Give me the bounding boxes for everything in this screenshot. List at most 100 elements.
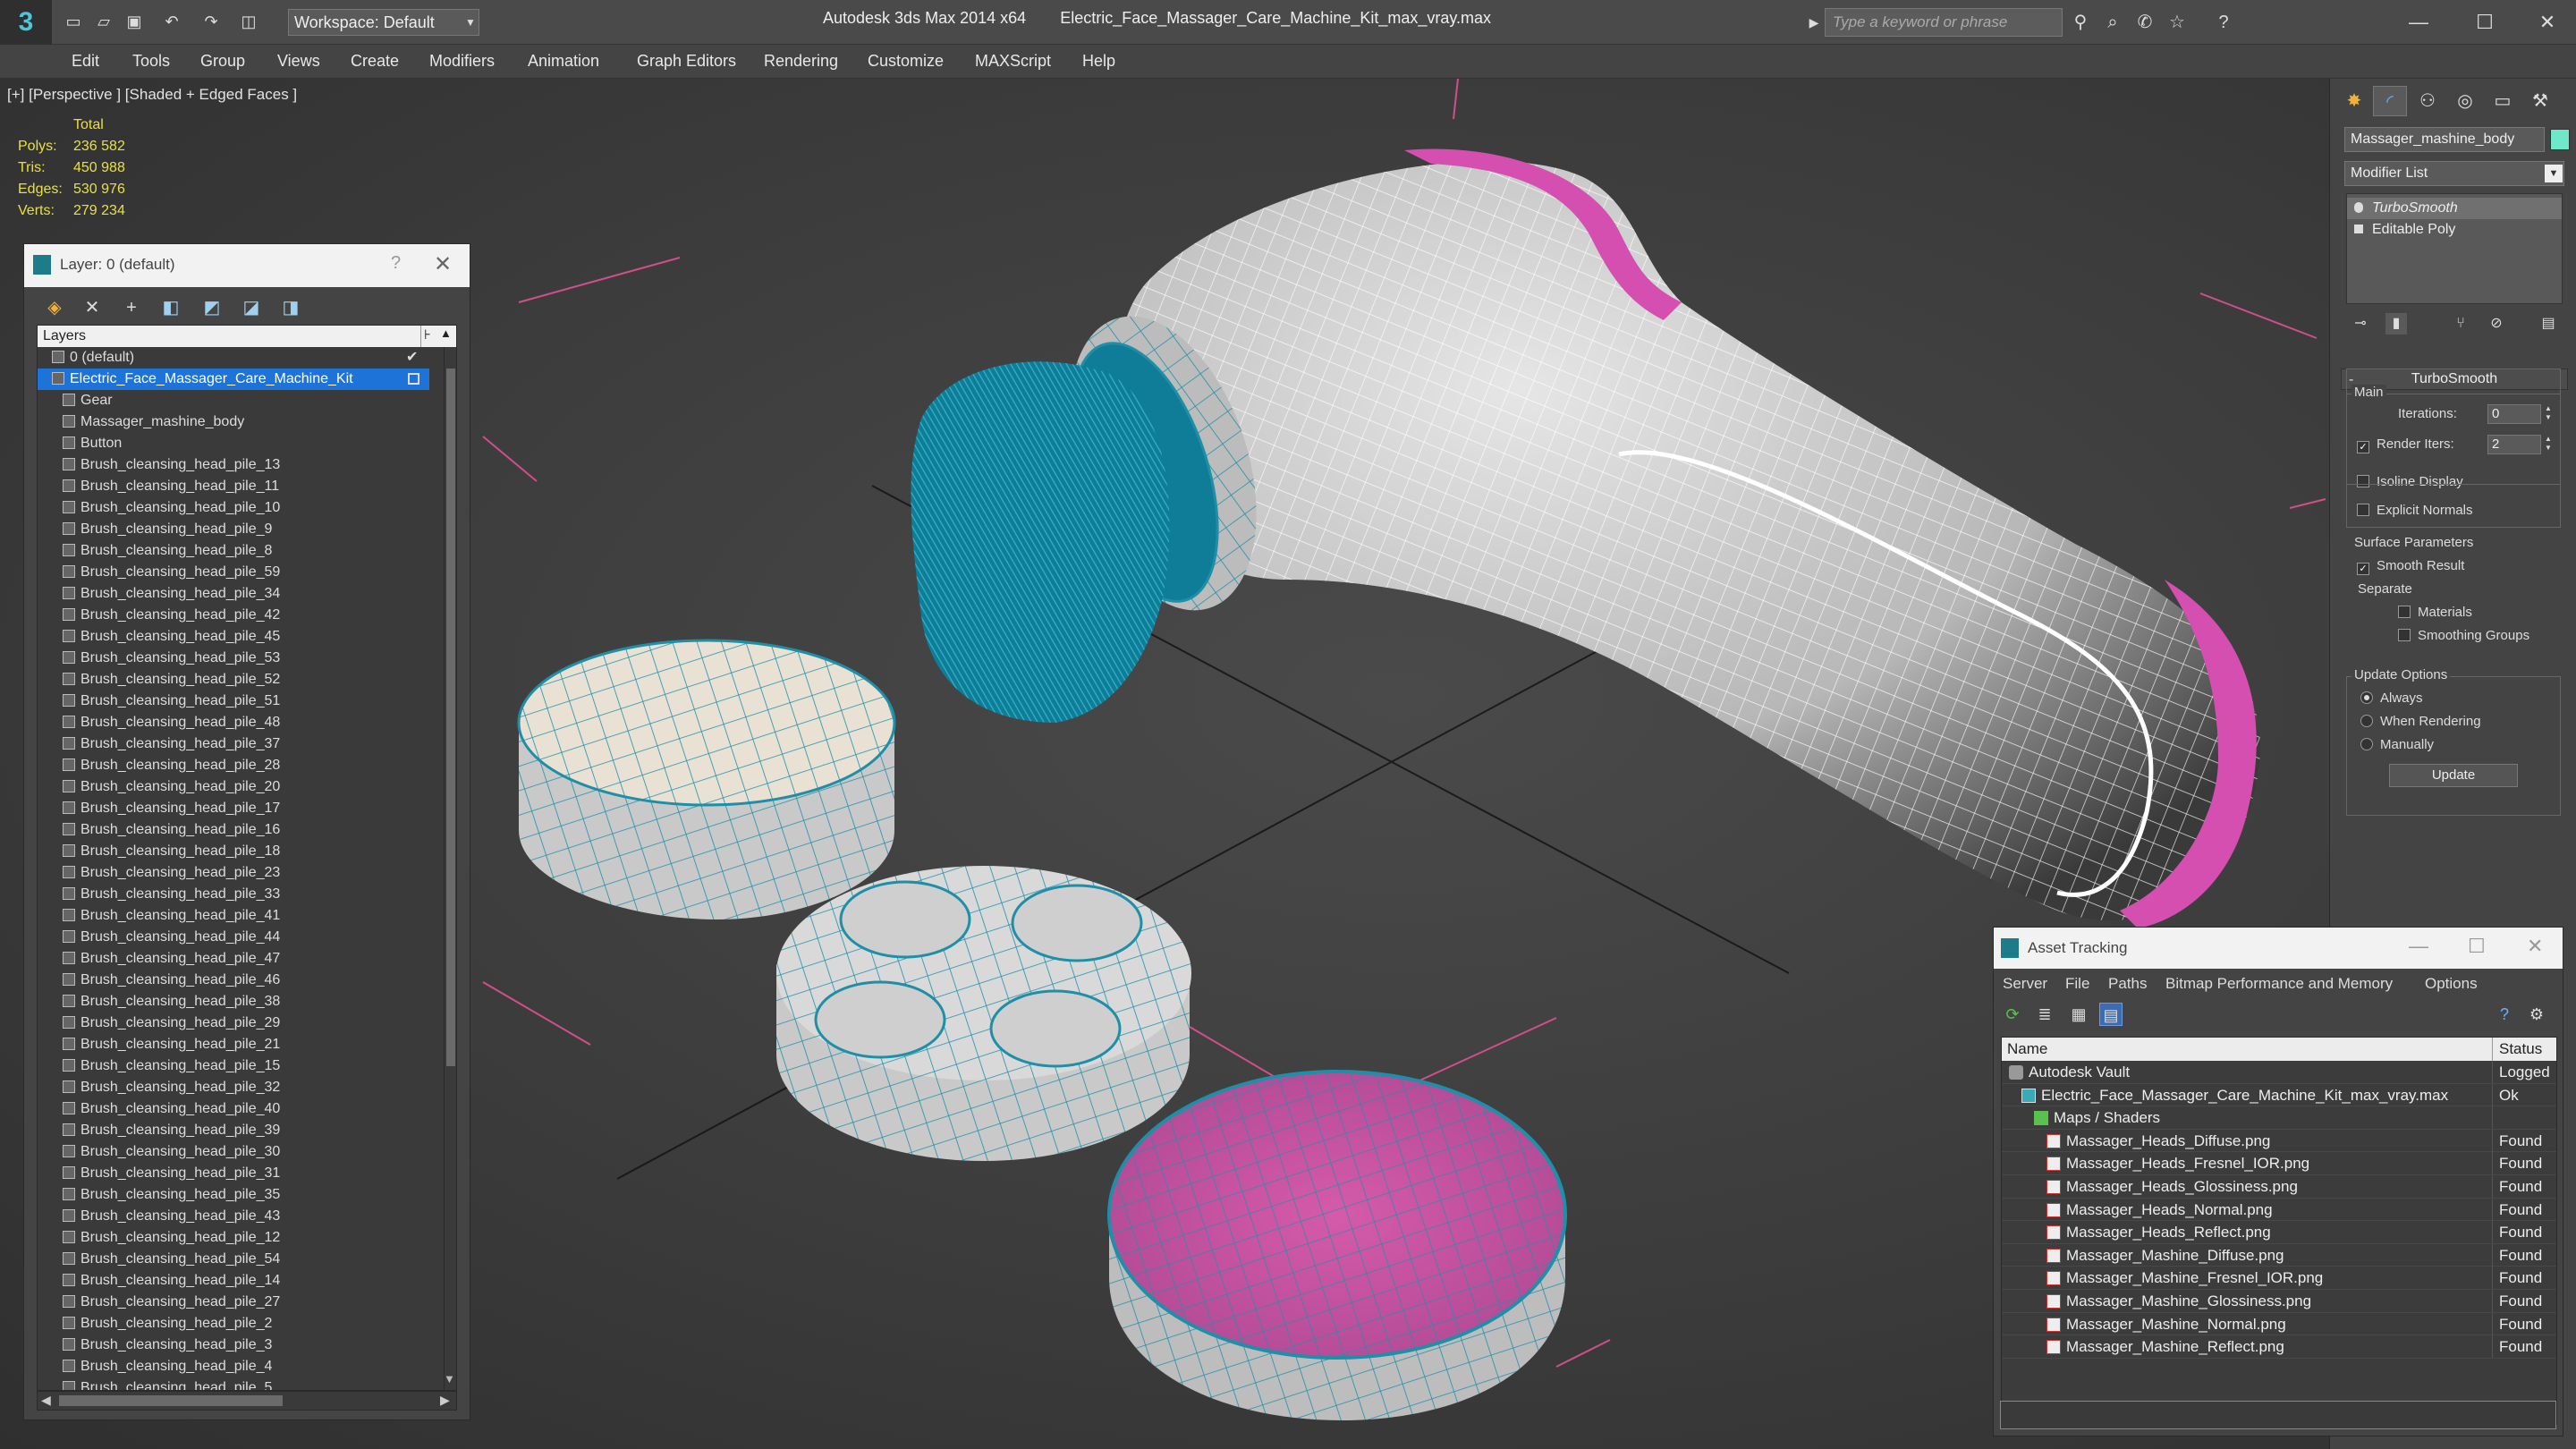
scrollbar-thumb[interactable] [446, 369, 455, 1066]
expand-icon[interactable] [2354, 225, 2363, 233]
object-name-field[interactable]: Massager_mashine_body [2344, 127, 2545, 152]
menu-maxscript[interactable]: MAXScript [975, 52, 1051, 71]
cleansing-head-sponge[interactable] [1107, 1070, 1567, 1420]
show-end-result-icon[interactable]: ▮ [2385, 313, 2407, 335]
object-row[interactable]: Brush_cleansing_head_pile_14 [38, 1270, 429, 1292]
viewport-label[interactable]: [+] [Perspective ] [Shaded + Edged Faces… [7, 86, 297, 104]
context-help-icon[interactable]: ⚙ [2525, 1003, 2548, 1026]
make-unique-icon[interactable]: ⑂ [2450, 313, 2471, 335]
object-row[interactable]: Brush_cleansing_head_pile_39 [38, 1120, 429, 1141]
stack-item-turbosmooth[interactable]: TurboSmooth [2347, 198, 2562, 219]
save-file-icon[interactable]: ▣ [123, 11, 145, 32]
asset-menu-file[interactable]: File [2065, 975, 2089, 993]
subscription-icon[interactable]: ⌕ [2100, 11, 2125, 34]
undo-icon[interactable]: ↶ [161, 11, 182, 32]
object-row[interactable]: Brush_cleansing_head_pile_2 [38, 1313, 429, 1335]
asset-row[interactable]: Massager_Mashine_Reflect.png Found [2002, 1335, 2556, 1359]
object-row[interactable]: Brush_cleansing_head_pile_16 [38, 819, 429, 841]
utilities-tab-icon[interactable]: ⚒ [2523, 86, 2557, 116]
freeze-layers-icon[interactable]: ◨ [278, 296, 303, 319]
asset-row[interactable]: Massager_Heads_Normal.png Found [2002, 1198, 2556, 1222]
object-row[interactable]: Brush_cleansing_head_pile_30 [38, 1141, 429, 1163]
modify-tab-icon[interactable]: ◜ [2373, 86, 2407, 116]
smooth-result-checkbox[interactable]: ✓ [2357, 563, 2369, 575]
help-icon[interactable]: ? [2493, 1003, 2516, 1026]
object-row[interactable]: Brush_cleansing_head_pile_28 [38, 755, 429, 776]
add-to-layer-icon[interactable]: + [119, 296, 144, 319]
column-name[interactable]: Name [2007, 1040, 2047, 1058]
asset-row[interactable]: Massager_Mashine_Fresnel_IOR.png Found [2002, 1267, 2556, 1290]
object-row[interactable]: Brush_cleansing_head_pile_4 [38, 1356, 429, 1377]
object-row[interactable]: Brush_cleansing_head_pile_53 [38, 648, 429, 669]
menu-views[interactable]: Views [277, 52, 320, 71]
asset-row[interactable]: Maps / Shaders [2002, 1106, 2556, 1130]
always-row[interactable]: Always [2360, 691, 2423, 706]
asset-row[interactable]: Massager_Mashine_Diffuse.png Found [2002, 1243, 2556, 1267]
object-row[interactable]: Brush_cleansing_head_pile_3 [38, 1335, 429, 1356]
create-tab-icon[interactable]: ✸ [2337, 86, 2371, 116]
object-row[interactable]: Button [38, 433, 429, 454]
scroll-down-icon[interactable]: ▼ [444, 1372, 455, 1385]
object-row[interactable]: Brush_cleansing_head_pile_43 [38, 1206, 429, 1227]
object-row[interactable]: Brush_cleansing_head_pile_59 [38, 562, 429, 583]
scroll-up-icon[interactable]: ▲ [440, 326, 452, 340]
open-file-icon[interactable]: ▱ [93, 11, 114, 32]
thumbnail-view-icon[interactable]: ▦ [2067, 1003, 2090, 1026]
object-row[interactable]: Brush_cleansing_head_pile_15 [38, 1055, 429, 1077]
asset-row[interactable]: Electric_Face_Massager_Care_Machine_Kit_… [2002, 1083, 2556, 1107]
help-icon[interactable]: ? [2211, 11, 2236, 34]
scroll-left-icon[interactable]: ◀ [41, 1393, 51, 1408]
object-row[interactable]: Brush_cleansing_head_pile_8 [38, 540, 429, 562]
delete-layer-icon[interactable]: ✕ [80, 296, 105, 319]
object-row[interactable]: Brush_cleansing_head_pile_17 [38, 798, 429, 819]
layer-row[interactable]: 0 (default) ✔ [38, 347, 429, 369]
object-row[interactable]: Brush_cleansing_head_pile_20 [38, 776, 429, 798]
highlight-layer-icon[interactable]: ◩ [199, 296, 225, 319]
object-row[interactable]: Brush_cleansing_head_pile_31 [38, 1163, 429, 1184]
close-icon[interactable]: ✕ [2528, 7, 2567, 38]
chevron-down-icon[interactable]: ▼ [462, 9, 479, 36]
asset-row[interactable]: Autodesk Vault Logged [2002, 1061, 2556, 1084]
object-row[interactable]: Brush_cleansing_head_pile_13 [38, 454, 429, 476]
list-view-icon[interactable]: ≣ [2033, 1003, 2056, 1026]
asset-menu-options[interactable]: Options [2425, 975, 2478, 993]
pin-stack-icon[interactable]: ⊸ [2350, 313, 2371, 335]
object-row[interactable]: Brush_cleansing_head_pile_40 [38, 1098, 429, 1120]
object-row[interactable]: Brush_cleansing_head_pile_37 [38, 733, 429, 755]
new-layer-icon[interactable]: ◈ [42, 296, 67, 319]
layer-window-header[interactable]: Layer: 0 (default) ? ✕ [24, 244, 470, 287]
asset-menu-bitmap[interactable]: Bitmap Performance and Memory [2165, 975, 2393, 993]
menu-rendering[interactable]: Rendering [764, 52, 838, 71]
maximize-icon[interactable]: ☐ [2468, 935, 2486, 958]
workspace-dropdown[interactable]: Workspace: Default [288, 9, 479, 36]
object-row[interactable]: Brush_cleansing_head_pile_54 [38, 1249, 429, 1270]
object-row[interactable]: Brush_cleansing_head_pile_44 [38, 927, 429, 948]
materials-row[interactable]: Materials [2398, 605, 2472, 620]
explicit-normals-row[interactable]: Explicit Normals [2357, 503, 2473, 518]
menu-customize[interactable]: Customize [868, 52, 944, 71]
menu-modifiers[interactable]: Modifiers [429, 52, 495, 71]
layer-row[interactable]: Electric_Face_Massager_Care_Machine_Kit [38, 369, 429, 390]
manually-radio[interactable] [2360, 738, 2373, 750]
column-status[interactable]: Status [2499, 1040, 2542, 1058]
asset-menu-paths[interactable]: Paths [2108, 975, 2147, 993]
menu-help[interactable]: Help [1082, 52, 1115, 71]
scroll-right-icon[interactable]: ▶ [440, 1393, 450, 1408]
menu-animation[interactable]: Animation [528, 52, 599, 71]
motion-tab-icon[interactable]: ◎ [2448, 86, 2482, 116]
menu-tools[interactable]: Tools [132, 52, 170, 71]
object-row[interactable]: Brush_cleansing_head_pile_10 [38, 497, 429, 519]
object-color-swatch[interactable] [2550, 129, 2570, 150]
search-expand-icon[interactable]: ▶ [1805, 11, 1823, 34]
maximize-icon[interactable]: ☐ [2465, 7, 2504, 38]
cleansing-head-flat[interactable] [517, 639, 896, 919]
object-row[interactable]: Brush_cleansing_head_pile_52 [38, 669, 429, 691]
object-row[interactable]: Massager_mashine_body [38, 411, 429, 433]
asset-window-header[interactable]: Asset Tracking — ☐ ✕ [1994, 928, 2563, 969]
app-logo-icon[interactable]: 3 [0, 0, 52, 45]
object-row[interactable]: Brush_cleansing_head_pile_41 [38, 905, 429, 927]
manually-row[interactable]: Manually [2360, 737, 2434, 752]
table-view-icon[interactable]: ▤ [2099, 1003, 2123, 1026]
explicit-normals-checkbox[interactable] [2357, 504, 2369, 516]
asset-row[interactable]: Massager_Heads_Diffuse.png Found [2002, 1129, 2556, 1153]
